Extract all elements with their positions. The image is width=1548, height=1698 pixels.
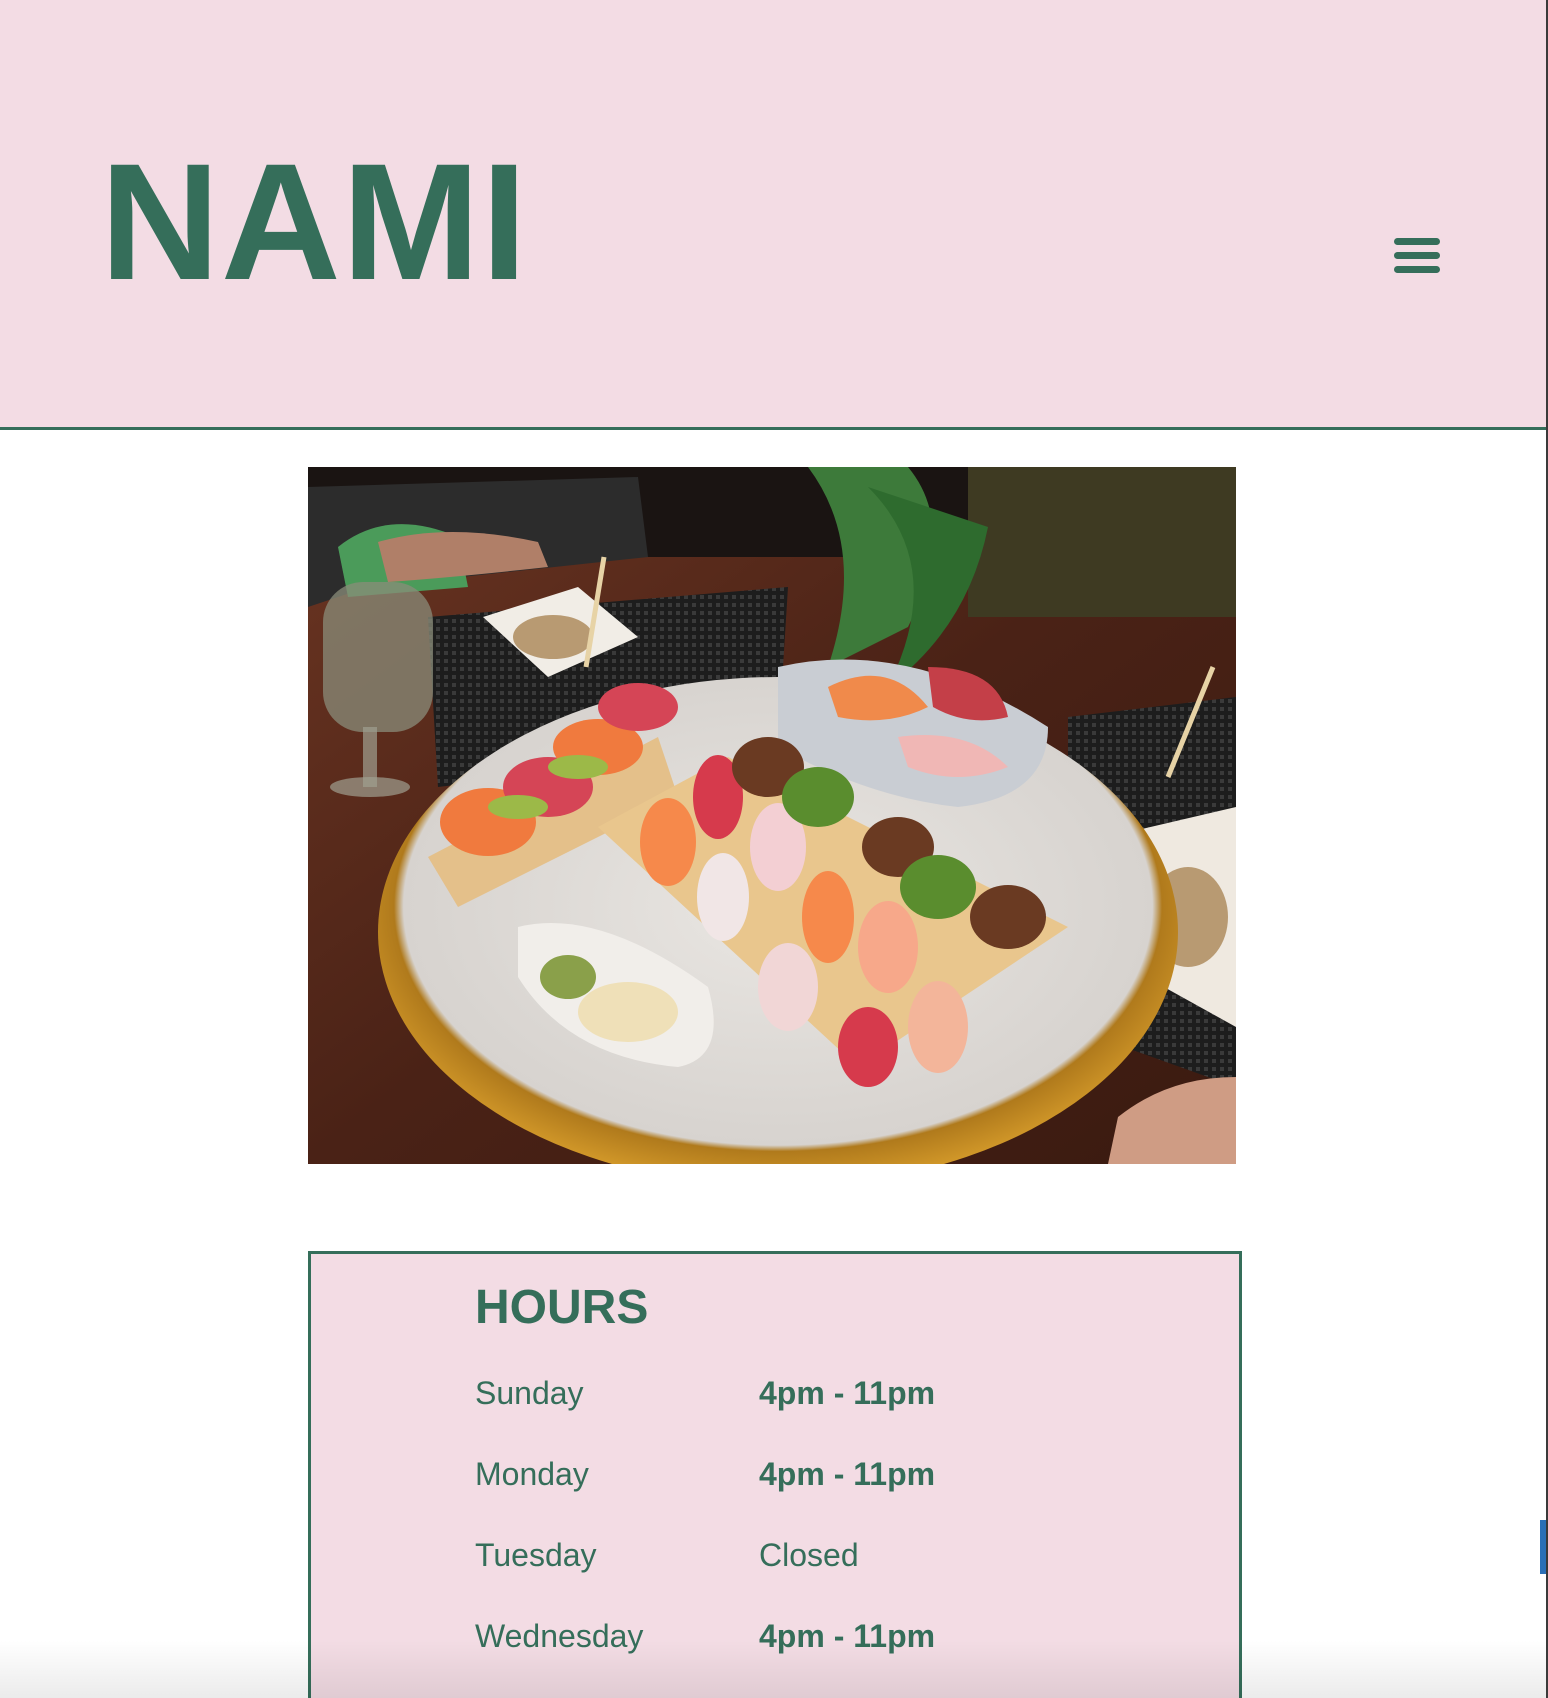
site-logo[interactable]: NAMI (100, 140, 528, 306)
hours-row-tuesday: Tuesday Closed (475, 1535, 1175, 1575)
hours-time: Closed (759, 1537, 859, 1573)
hours-day: Monday (475, 1456, 589, 1492)
hours-title: HOURS (475, 1281, 649, 1334)
hours-day: Wednesday (475, 1618, 644, 1654)
hours-day: Tuesday (475, 1537, 597, 1573)
hero-photo (308, 467, 1236, 1164)
hours-time: 4pm - 11pm (759, 1456, 936, 1492)
hours-row-wednesday: Wednesday 4pm - 11pm (475, 1616, 1175, 1656)
hamburger-menu-icon (1394, 238, 1440, 273)
hours-row-sunday: Sunday 4pm - 11pm (475, 1373, 1175, 1413)
hours-row-monday: Monday 4pm - 11pm (475, 1454, 1175, 1494)
hours-time: 4pm - 11pm (759, 1618, 936, 1654)
menu-button[interactable] (1392, 236, 1442, 276)
hours-day: Sunday (475, 1375, 584, 1411)
sushi-platter-image (308, 467, 1236, 1164)
hours-time: 4pm - 11pm (759, 1375, 936, 1411)
site-header: NAMI (0, 0, 1546, 430)
hours-panel: HOURS Sunday 4pm - 11pm Monday 4pm - 11p… (308, 1251, 1242, 1698)
page: NAMI HOURS Sunday 4pm - 11pm Monday 4pm … (0, 0, 1548, 1698)
